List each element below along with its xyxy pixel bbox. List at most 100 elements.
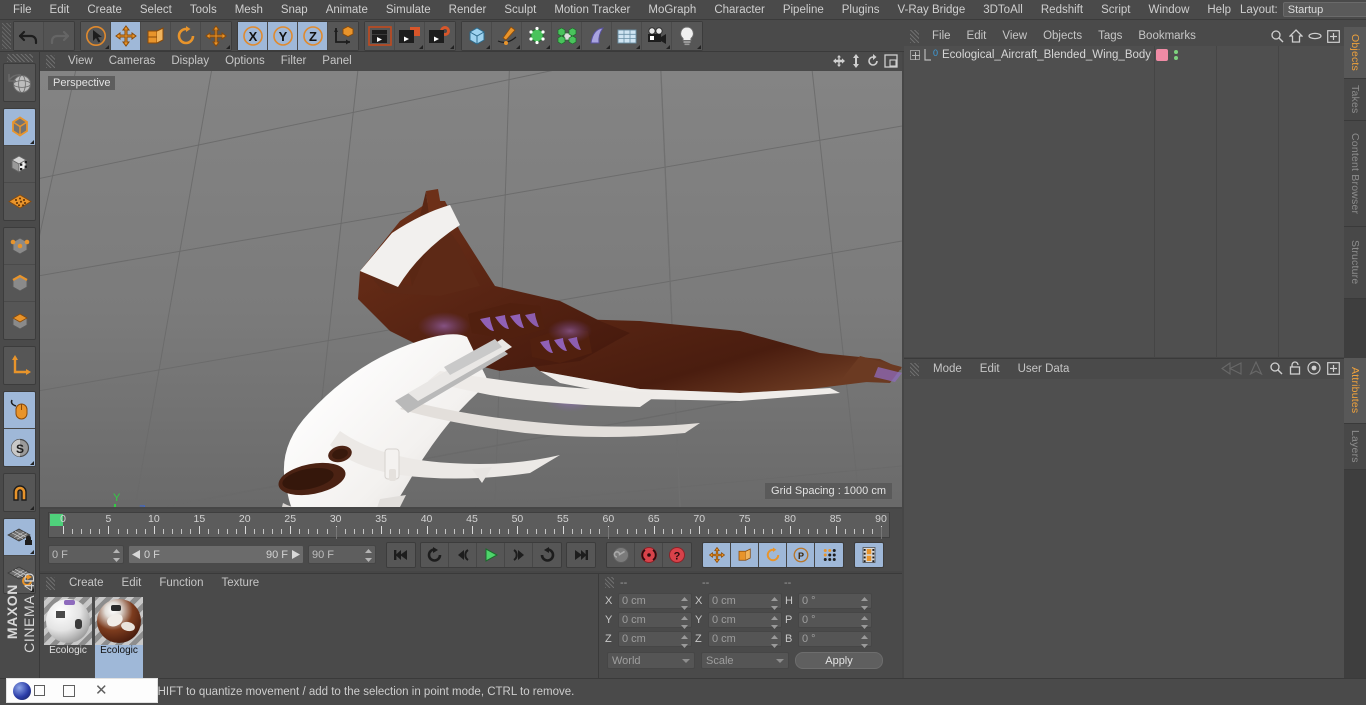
target-icon[interactable]	[1307, 361, 1321, 378]
menu-item-sculpt[interactable]: Sculpt	[495, 0, 545, 20]
magnet-tool-button[interactable]	[4, 474, 35, 511]
expand-toggle-icon[interactable]	[910, 50, 920, 60]
minimize-icon[interactable]	[63, 684, 75, 697]
search-icon[interactable]	[1269, 361, 1283, 378]
viewport-menu-display[interactable]: Display	[163, 52, 217, 71]
spinner-icon[interactable]	[681, 616, 688, 629]
object-menu-tags[interactable]: Tags	[1090, 27, 1130, 46]
select-tool[interactable]	[81, 21, 111, 50]
end-frame-field[interactable]: 90 F	[308, 545, 376, 564]
menu-item-3dtoall[interactable]: 3DToAll	[974, 0, 1032, 20]
menu-item-snap[interactable]: Snap	[272, 0, 317, 20]
object-menu-edit[interactable]: Edit	[959, 27, 995, 46]
vertical-tab-takes[interactable]: Takes	[1344, 79, 1366, 121]
lock-icon[interactable]	[1289, 361, 1301, 378]
render-view-button[interactable]	[365, 21, 395, 50]
polygons-mode-button[interactable]	[4, 302, 35, 339]
position-y-field[interactable]: 0 cm	[618, 612, 692, 629]
attribute-menu-edit[interactable]: Edit	[971, 359, 1009, 379]
spinner-icon[interactable]	[771, 597, 778, 610]
material-item[interactable]: Ecologic	[95, 597, 143, 679]
menu-item-file[interactable]: File	[4, 0, 41, 20]
vertical-tab-attributes[interactable]: Attributes	[1344, 358, 1366, 424]
add-camera-button[interactable]	[642, 21, 672, 50]
edges-mode-button[interactable]	[4, 265, 35, 302]
record-active-objects-button[interactable]	[635, 542, 663, 567]
left-arrow-icon[interactable]	[1221, 361, 1243, 378]
spinner-icon[interactable]	[861, 616, 868, 629]
record-pla-button[interactable]: P	[787, 542, 815, 567]
menu-item-character[interactable]: Character	[705, 0, 774, 20]
go-to-end-button[interactable]	[567, 542, 595, 567]
menu-item-mograph[interactable]: MoGraph	[639, 0, 705, 20]
menu-item-mesh[interactable]: Mesh	[226, 0, 272, 20]
lock-x-axis[interactable]: X	[238, 21, 268, 50]
soft-selection-button[interactable]: S	[4, 429, 35, 466]
play-button[interactable]	[477, 542, 505, 567]
size-x-field[interactable]: 0 cm	[708, 593, 782, 610]
coordinate-mode-select[interactable]: Scale	[701, 652, 789, 669]
material-list[interactable]: Ecologic Ecologic	[40, 593, 598, 679]
expand-icon[interactable]	[1327, 29, 1340, 46]
points-mode-button[interactable]	[4, 228, 35, 265]
menu-item-simulate[interactable]: Simulate	[377, 0, 440, 20]
viewport-menu-filter[interactable]: Filter	[273, 52, 315, 71]
object-grip[interactable]	[910, 30, 919, 43]
rotation-b-field[interactable]: 0 °	[798, 631, 872, 648]
lock-z-axis[interactable]: Z	[298, 21, 328, 50]
coordinate-space-select[interactable]: World	[607, 652, 695, 669]
vertical-tab-structure[interactable]: Structure	[1344, 227, 1366, 299]
up-arrow-icon[interactable]	[1249, 360, 1263, 378]
menu-item-tools[interactable]: Tools	[181, 0, 226, 20]
material-item[interactable]: Ecologic	[44, 597, 92, 679]
keyframe-selection-button[interactable]: ?	[663, 542, 691, 567]
object-menu-objects[interactable]: Objects	[1035, 27, 1090, 46]
material-menu-function[interactable]: Function	[150, 574, 212, 593]
spinner-icon[interactable]	[365, 549, 372, 562]
current-frame-field[interactable]: 0 F	[48, 545, 124, 564]
object-row[interactable]: 0 Ecological_Aircraft_Blended_Wing_Body	[904, 46, 1344, 64]
step-back-button[interactable]	[449, 542, 477, 567]
rotate-tool[interactable]	[171, 21, 201, 50]
home-icon[interactable]	[1288, 29, 1304, 46]
object-menu-view[interactable]: View	[994, 27, 1035, 46]
menu-item-animate[interactable]: Animate	[317, 0, 377, 20]
menu-item-render[interactable]: Render	[440, 0, 496, 20]
pan-icon[interactable]	[832, 54, 846, 71]
add-light-button[interactable]	[672, 21, 702, 50]
position-x-field[interactable]: 0 cm	[618, 593, 692, 610]
attribute-grip[interactable]	[910, 362, 919, 376]
close-icon[interactable]: ✕	[95, 683, 108, 698]
viewport-menu-view[interactable]: View	[60, 52, 101, 71]
model-mode-button[interactable]	[4, 109, 35, 146]
render-settings-button[interactable]	[425, 21, 455, 50]
undo-button[interactable]	[14, 21, 44, 50]
menu-item-edit[interactable]: Edit	[41, 0, 79, 20]
zoom-icon[interactable]	[850, 54, 862, 71]
timeline-toggle-button[interactable]	[855, 542, 883, 567]
viewport-grip[interactable]	[46, 55, 55, 68]
render-to-picture-viewer-button[interactable]	[395, 21, 425, 50]
rotate-icon[interactable]	[866, 54, 880, 71]
go-to-previous-key-button[interactable]	[421, 542, 449, 567]
add-cube-button[interactable]	[462, 21, 492, 50]
menu-item-create[interactable]: Create	[78, 0, 131, 20]
vertical-tab-objects[interactable]: Objects	[1344, 27, 1366, 79]
texture-mode-button[interactable]	[4, 146, 35, 183]
object-menu-file[interactable]: File	[924, 27, 959, 46]
attribute-manager-content[interactable]	[904, 379, 1344, 679]
vertical-tab-content-browser[interactable]: Content Browser	[1344, 121, 1366, 227]
expand-icon[interactable]	[1327, 361, 1340, 378]
search-icon[interactable]	[1270, 29, 1284, 46]
toolbar-grip[interactable]	[2, 22, 11, 49]
menu-item-help[interactable]: Help	[1198, 0, 1240, 20]
go-to-start-button[interactable]	[387, 542, 415, 567]
maximize-icon[interactable]	[884, 54, 898, 71]
spinner-icon[interactable]	[771, 616, 778, 629]
go-to-next-key-button[interactable]	[533, 542, 561, 567]
material-grip[interactable]	[46, 577, 55, 590]
spinner-icon[interactable]	[681, 597, 688, 610]
undo-view-button[interactable]	[4, 64, 35, 101]
menu-item-pipeline[interactable]: Pipeline	[774, 0, 833, 20]
menu-item-window[interactable]: Window	[1139, 0, 1198, 20]
